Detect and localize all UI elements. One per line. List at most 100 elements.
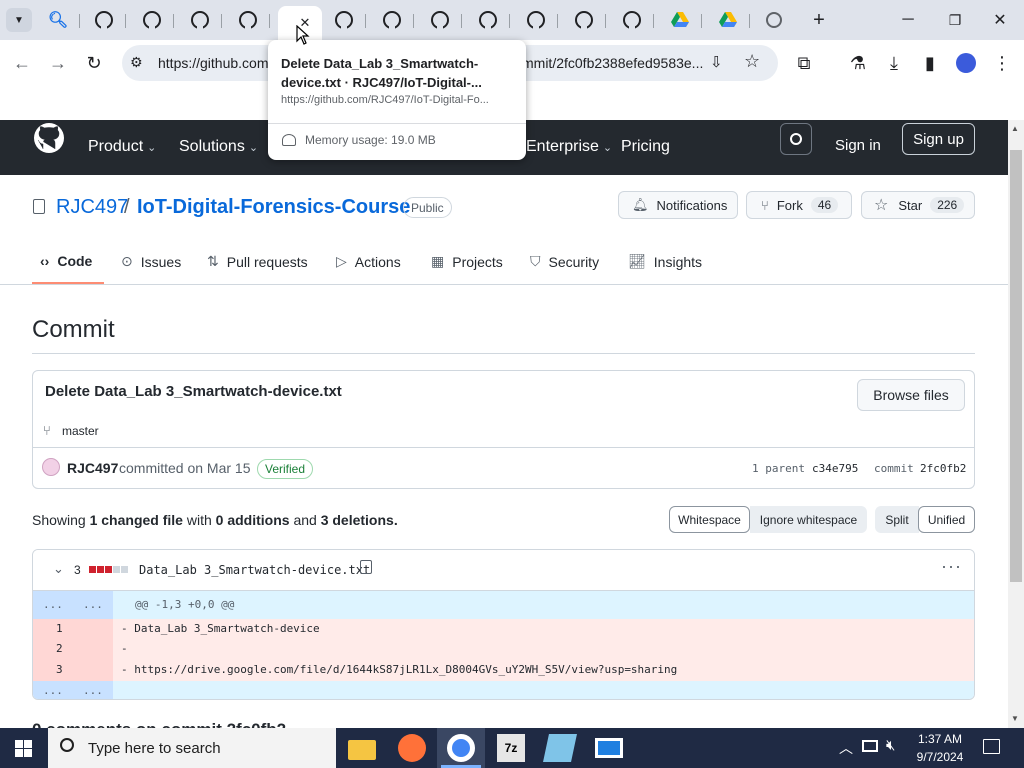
commit-message: Delete Data_Lab 3_Smartwatch-device.txt [45,383,342,400]
magnifier-favicon-icon: 🔍︎ [47,12,69,29]
chrome-menu-icon[interactable]: ⋮ [987,48,1017,78]
notes-app-icon[interactable] [543,734,577,762]
7zip-icon[interactable]: 7z [497,734,525,762]
labs-flask-icon[interactable]: ⚗ [843,48,873,78]
tab-github[interactable] [226,6,270,34]
tab-insights[interactable]: 📈︎ Insights [628,253,702,270]
tab-globe[interactable] [752,6,796,34]
close-window-button[interactable]: ✕ [988,8,1012,32]
tab-github[interactable] [514,6,558,34]
ignore-whitespace-button[interactable]: Ignore whitespace [750,506,867,533]
tab-drive[interactable] [706,6,750,34]
browse-files-button[interactable]: Browse files [857,379,965,411]
committed-on-text: committed on Mar 15 [119,460,251,476]
profile-avatar[interactable] [951,48,981,78]
volume-muted-icon[interactable]: 🔇︎ [886,737,895,754]
page-scrollbar[interactable]: ▲ ▼ [1008,120,1024,728]
split-button[interactable]: Split [875,506,919,533]
scroll-down-arrow-icon[interactable]: ▼ [1011,714,1019,723]
search-icon [790,133,802,145]
chrome-icon[interactable] [447,734,475,762]
firefox-icon[interactable] [398,734,426,762]
github-favicon-icon [479,11,497,30]
fork-button[interactable]: ⑂ Fork 46 [746,191,852,219]
tab-github[interactable] [178,6,222,34]
search-button[interactable] [780,123,812,155]
windows-start-icon[interactable] [15,740,32,757]
sign-up-button[interactable]: Sign up [902,123,975,155]
install-app-icon[interactable]: ⇩ [710,53,723,71]
github-favicon-icon [143,11,161,30]
tab-pull-requests[interactable]: ⇅ Pull requests [207,253,308,270]
diffstat-count: 3 [74,563,81,577]
hovercard-title: Delete Data_Lab 3_Smartwatch-device.txt … [281,56,482,90]
hunk-footer-row: ... ... [33,681,974,699]
tab-github[interactable] [610,6,654,34]
repo-owner-link[interactable]: RJC497 [56,196,128,219]
scrollbar-thumb[interactable] [1010,150,1022,582]
downloads-icon[interactable]: ⤓ [879,48,909,78]
commit-label: commit [874,462,914,475]
tab-issues[interactable]: ⊙ Issues [121,253,181,270]
forward-button[interactable]: → [43,48,73,78]
visibility-badge: Public [403,197,452,218]
tab-github[interactable] [370,6,414,34]
sign-in-link[interactable]: Sign in [835,137,881,154]
author-link[interactable]: RJC497 [67,460,118,476]
site-info-icon[interactable]: ⚙︎ [130,54,143,71]
bookmark-star-icon[interactable]: ☆ [744,51,760,72]
tab-security[interactable]: ⛉ Security [530,253,599,270]
taskbar-date[interactable]: 9/7/2024 [914,750,966,764]
extensions-icon[interactable]: ⧉ [789,48,819,78]
hunk-header-row: ... ... @@ -1,3 +0,0 @@ [33,591,974,619]
tab-github[interactable] [322,6,366,34]
repo-name-link[interactable]: IoT-Digital-Forensics-Course [137,196,410,219]
collapse-chevron-icon[interactable]: ⌄ [53,561,64,577]
file-explorer-icon[interactable] [348,740,376,760]
whitespace-button[interactable]: Whitespace [669,506,750,533]
tab-github[interactable] [418,6,462,34]
tab-github[interactable] [466,6,510,34]
show-hidden-icons-chevron-icon[interactable]: ︿ [839,738,853,758]
side-panel-icon[interactable]: ▮ [915,48,945,78]
taskbar-time[interactable]: 1:37 AM [917,732,963,746]
notification-center-icon[interactable] [983,739,1000,754]
nav-pricing[interactable]: Pricing [621,138,670,156]
branch-name[interactable]: master [62,424,99,438]
network-icon[interactable] [862,740,878,752]
notifications-button[interactable]: 🔔︎ Notifications [618,191,738,219]
copy-icon[interactable] [360,560,372,574]
tab-projects[interactable]: ▦ Projects [431,253,503,270]
nav-solutions[interactable]: Solutions ⌄ [179,138,258,156]
new-tab-button[interactable]: + [807,8,831,32]
fork-icon: ⑂ [761,197,769,213]
tab-search[interactable]: 🔍︎ [36,6,80,34]
author-avatar[interactable] [42,458,60,476]
diff-line-deleted: 2 - [33,639,974,659]
url-text: https://github.com [158,55,269,71]
tab-drive[interactable] [658,6,702,34]
window-app-icon[interactable] [595,738,623,758]
nav-product[interactable]: Product ⌄ [88,138,156,156]
tab-code[interactable]: ‹› Code [40,253,92,269]
taskbar-search-box[interactable]: Type here to search [48,728,336,768]
verified-badge[interactable]: Verified [257,459,314,479]
file-name-link[interactable]: Data_Lab 3_Smartwatch-device.txt [139,563,370,577]
parent-sha-link[interactable]: c34e795 [812,462,858,475]
more-options-icon[interactable]: ··· [941,556,962,577]
scroll-up-arrow-icon[interactable]: ▲ [1011,124,1019,133]
issue-icon: ⊙ [121,253,133,269]
back-button[interactable]: ← [7,48,37,78]
unified-button[interactable]: Unified [918,506,975,533]
tab-github[interactable] [562,6,606,34]
tab-github[interactable] [82,6,126,34]
tab-search-button[interactable]: ▼ [6,8,32,32]
minimize-button[interactable]: ─ [896,8,920,32]
github-favicon-icon [95,11,113,30]
maximize-button[interactable]: ❐ [943,8,967,32]
star-button[interactable]: ☆ Star 226 [861,191,975,219]
tab-actions[interactable]: ▷ Actions [336,253,401,270]
github-logo-icon[interactable] [33,122,65,154]
reload-button[interactable]: ↻ [79,48,109,78]
tab-github[interactable] [130,6,174,34]
